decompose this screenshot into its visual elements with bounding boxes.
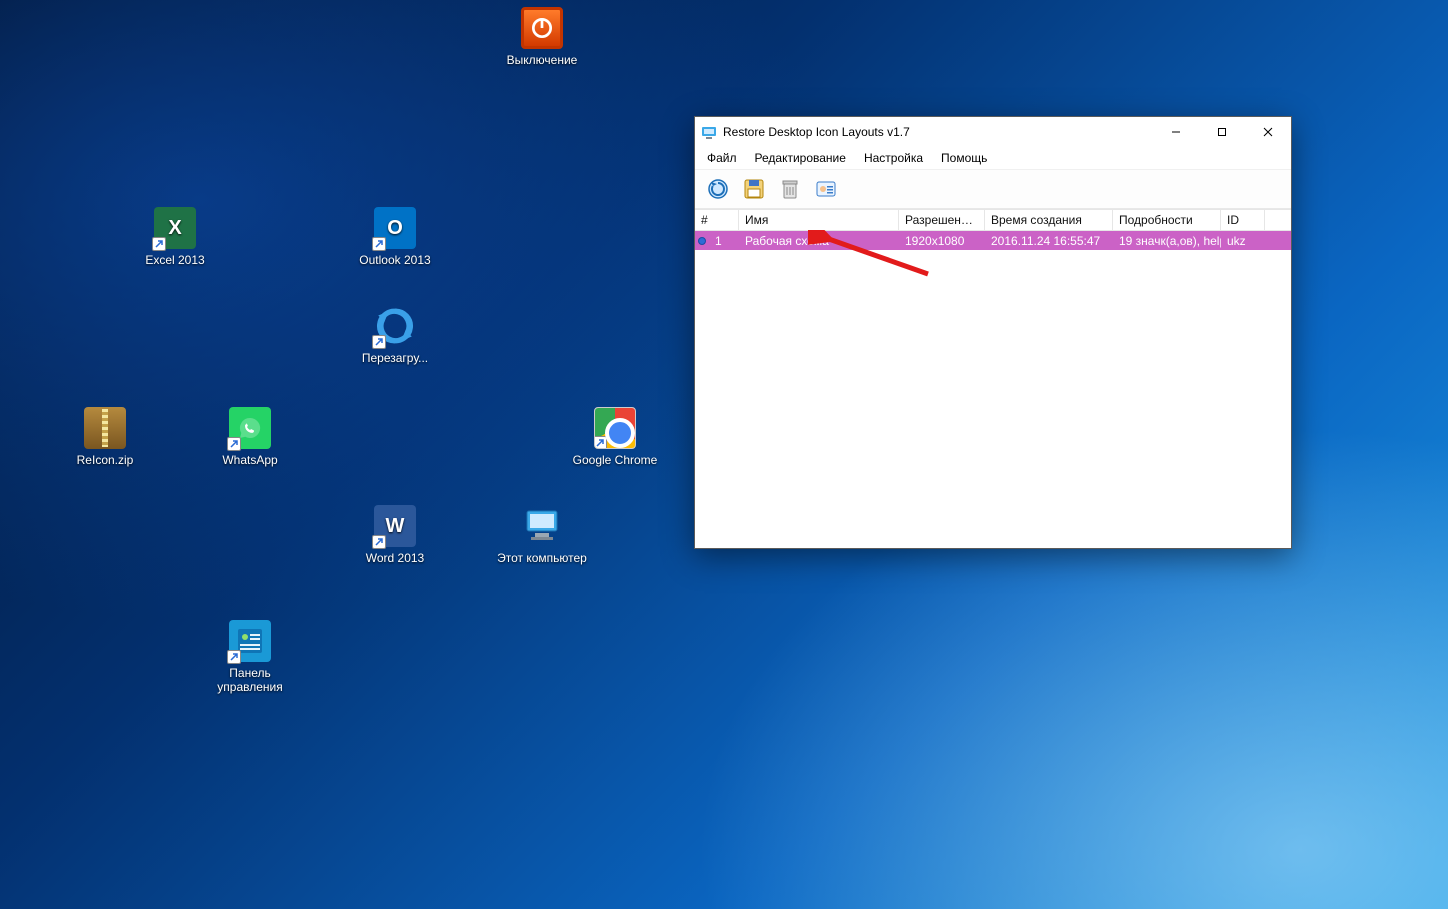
minimize-button[interactable] — [1153, 117, 1199, 147]
desktop-icon-reload[interactable]: Перезагру... — [350, 305, 440, 365]
shortcut-overlay-icon — [372, 335, 386, 349]
desktop-icon-label: ReIcon.zip — [60, 453, 150, 467]
restore-icon-layout-window[interactable]: Restore Desktop Icon Layouts v1.7 Файл Р… — [694, 116, 1292, 549]
cell-number: 1 — [709, 234, 739, 248]
desktop-icon-label: Outlook 2013 — [350, 253, 440, 267]
column-headers: # Имя Разрешение ... Время создания Подр… — [695, 209, 1291, 231]
col-id[interactable]: ID — [1221, 210, 1265, 230]
desktop-icon-power[interactable]: Выключение — [497, 7, 587, 67]
archive-icon — [84, 407, 126, 449]
desktop-icon-label: Этот компьютер — [497, 551, 587, 565]
cell-details: 19 значк(а,ов), help — [1113, 234, 1221, 248]
col-name[interactable]: Имя — [739, 210, 899, 230]
outlook-icon: O — [374, 207, 416, 249]
cell-name: Рабочая схема — [739, 234, 899, 248]
window-title: Restore Desktop Icon Layouts v1.7 — [723, 125, 910, 139]
shortcut-overlay-icon — [152, 237, 166, 251]
computer-icon — [521, 505, 563, 547]
desktop-icon-word[interactable]: W Word 2013 — [350, 505, 440, 565]
excel-icon: X — [154, 207, 196, 249]
whatsapp-icon — [229, 407, 271, 449]
toolbar — [695, 169, 1291, 209]
desktop-icon-label: WhatsApp — [205, 453, 295, 467]
col-number[interactable]: # — [695, 210, 739, 230]
row-marker-icon — [695, 237, 709, 245]
shortcut-overlay-icon — [227, 650, 241, 664]
desktop-icon-control-panel[interactable]: Панель управления — [205, 620, 295, 694]
desktop-icon-chrome[interactable]: Google Chrome — [570, 407, 660, 467]
toolbar-save-button[interactable] — [739, 174, 769, 204]
menubar: Файл Редактирование Настройка Помощь — [695, 147, 1291, 169]
desktop-icon-whatsapp[interactable]: WhatsApp — [205, 407, 295, 467]
menu-edit[interactable]: Редактирование — [747, 149, 854, 167]
control-panel-icon — [229, 620, 271, 662]
desktop-icon-label: Google Chrome — [570, 453, 660, 467]
menu-file[interactable]: Файл — [699, 149, 745, 167]
rows-area[interactable]: 1 Рабочая схема 1920x1080 2016.11.24 16:… — [695, 231, 1291, 548]
desktop-icon-zip[interactable]: ReIcon.zip — [60, 407, 150, 467]
desktop-icon-label: Excel 2013 — [130, 253, 220, 267]
toolbar-restore-button[interactable] — [703, 174, 733, 204]
desktop-icon-thispc[interactable]: Этот компьютер — [497, 505, 587, 565]
maximize-button[interactable] — [1199, 117, 1245, 147]
table-row[interactable]: 1 Рабочая схема 1920x1080 2016.11.24 16:… — [695, 231, 1291, 250]
cell-id: ukz — [1221, 234, 1265, 248]
word-icon: W — [374, 505, 416, 547]
col-resolution[interactable]: Разрешение ... — [899, 210, 985, 230]
desktop-icon-label: Word 2013 — [350, 551, 440, 565]
toolbar-delete-button[interactable] — [775, 174, 805, 204]
chrome-icon — [594, 407, 636, 449]
desktop-icon-outlook[interactable]: O Outlook 2013 — [350, 207, 440, 267]
menu-help[interactable]: Помощь — [933, 149, 995, 167]
desktop-icon-label: Панель управления — [205, 666, 295, 694]
desktop-icon-excel[interactable]: X Excel 2013 — [130, 207, 220, 267]
close-button[interactable] — [1245, 117, 1291, 147]
app-icon — [701, 124, 717, 140]
col-time[interactable]: Время создания — [985, 210, 1113, 230]
cell-time: 2016.11.24 16:55:47 — [985, 234, 1113, 248]
reload-icon — [374, 305, 416, 347]
shortcut-overlay-icon — [594, 436, 607, 449]
cell-resolution: 1920x1080 — [899, 234, 985, 248]
titlebar[interactable]: Restore Desktop Icon Layouts v1.7 — [695, 117, 1291, 147]
col-details[interactable]: Подробности — [1113, 210, 1221, 230]
toolbar-about-button[interactable] — [811, 174, 841, 204]
menu-settings[interactable]: Настройка — [856, 149, 931, 167]
desktop-icon-label: Перезагру... — [350, 351, 440, 365]
shortcut-overlay-icon — [372, 237, 386, 251]
shortcut-overlay-icon — [227, 437, 241, 451]
power-icon — [521, 7, 563, 49]
shortcut-overlay-icon — [372, 535, 386, 549]
desktop-icon-label: Выключение — [497, 53, 587, 67]
